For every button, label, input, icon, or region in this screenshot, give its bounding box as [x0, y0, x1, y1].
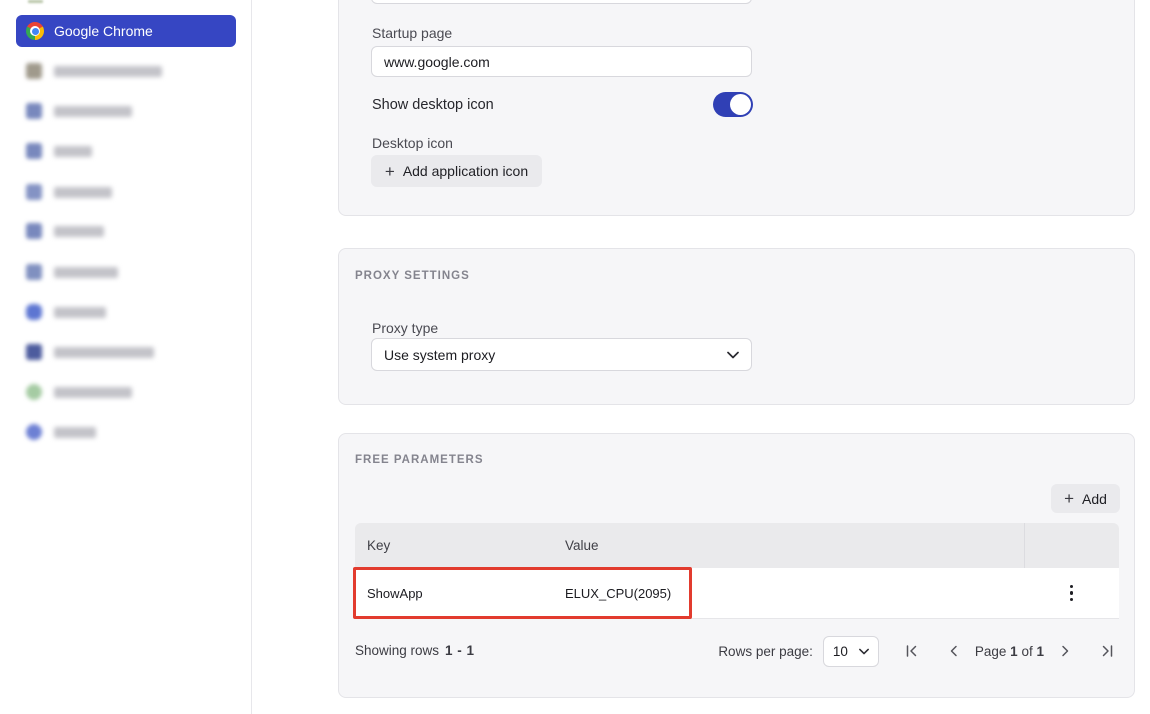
chevron-down-icon — [727, 351, 739, 359]
chrome-icon — [26, 22, 44, 40]
sidebar-item-redacted[interactable] — [16, 215, 236, 247]
column-header-actions — [1024, 523, 1119, 568]
proxy-type-label: Proxy type — [372, 320, 438, 336]
table-header-row: Key Value — [355, 523, 1119, 568]
sidebar-item-redacted[interactable] — [16, 95, 236, 127]
show-desktop-icon-label: Show desktop icon — [372, 97, 494, 113]
sidebar-item-redacted[interactable] — [16, 296, 236, 328]
truncated-app-icon — [28, 0, 43, 3]
add-application-icon-label: Add application icon — [403, 163, 528, 179]
proxy-settings-card: PROXY SETTINGS Proxy type Use system pro… — [338, 248, 1135, 405]
app-icon-redacted — [26, 184, 42, 200]
show-desktop-icon-toggle[interactable] — [713, 92, 753, 117]
add-application-icon-button[interactable]: + Add application icon — [371, 155, 542, 187]
sidebar-item-google-chrome[interactable]: Google Chrome — [16, 15, 236, 47]
column-header-value: Value — [565, 538, 1024, 553]
showing-rows-value: 1 - 1 — [445, 643, 475, 658]
pagination: Rows per page: 10 Page 1 of 1 — [718, 635, 1118, 667]
cell-key: ShowApp — [355, 586, 565, 601]
column-header-key: Key — [355, 538, 565, 553]
app-icon-redacted — [26, 63, 42, 79]
sidebar-item-redacted[interactable] — [16, 55, 236, 87]
startup-page-input[interactable]: www.google.com — [371, 46, 752, 77]
sidebar-item-label-redacted — [54, 307, 106, 318]
sidebar-item-redacted[interactable] — [16, 256, 236, 288]
previous-page-icon[interactable] — [943, 640, 965, 662]
page-indicator: Page 1 of 1 — [975, 644, 1044, 659]
sidebar-item-label-redacted — [54, 66, 162, 77]
desktop-icon-label: Desktop icon — [372, 135, 453, 151]
sidebar-item-redacted[interactable] — [16, 135, 236, 167]
app-window: Google Chrome Startup page www.google.co… — [0, 0, 1150, 714]
plus-icon: + — [385, 163, 395, 180]
app-icon-redacted — [26, 304, 42, 320]
app-icon-redacted — [26, 424, 42, 440]
free-parameters-title: FREE PARAMETERS — [355, 454, 484, 466]
chevron-down-icon — [859, 648, 869, 655]
app-icon-redacted — [26, 264, 42, 280]
sidebar-item-label-redacted — [54, 226, 104, 237]
parameters-table: Key Value ShowApp ELUX_CPU(2095) — [355, 523, 1119, 619]
app-sidebar: Google Chrome — [0, 0, 252, 714]
rows-per-page-label: Rows per page: — [718, 644, 813, 659]
table-row[interactable]: ShowApp ELUX_CPU(2095) — [355, 568, 1119, 619]
proxy-type-select[interactable]: Use system proxy — [371, 338, 752, 371]
plus-icon: + — [1064, 490, 1074, 507]
cell-value: ELUX_CPU(2095) — [565, 586, 1024, 601]
sidebar-item-label-redacted — [54, 427, 96, 438]
sidebar-item-label-redacted — [54, 387, 132, 398]
sidebar-item-redacted[interactable] — [16, 176, 236, 208]
sidebar-item-redacted[interactable] — [16, 336, 236, 368]
last-page-icon[interactable] — [1096, 640, 1118, 662]
add-parameter-button[interactable]: + Add — [1051, 484, 1120, 513]
app-icon-redacted — [26, 223, 42, 239]
showing-rows-status: Showing rows 1 - 1 — [355, 643, 475, 658]
row-actions-menu-icon[interactable] — [1024, 584, 1119, 603]
next-page-icon[interactable] — [1054, 640, 1076, 662]
proxy-settings-title: PROXY SETTINGS — [355, 270, 470, 282]
showing-rows-label: Showing rows — [355, 643, 439, 658]
rows-per-page-value: 10 — [833, 644, 848, 659]
sidebar-item-redacted[interactable] — [16, 376, 236, 408]
app-icon-redacted — [26, 384, 42, 400]
sidebar-item-label: Google Chrome — [54, 23, 153, 39]
sidebar-item-label-redacted — [54, 106, 132, 117]
sidebar-item-label-redacted — [54, 187, 112, 198]
proxy-type-value: Use system proxy — [384, 347, 495, 363]
first-page-icon[interactable] — [901, 640, 923, 662]
app-icon-redacted — [26, 143, 42, 159]
app-icon-redacted — [26, 103, 42, 119]
sidebar-item-label-redacted — [54, 146, 92, 157]
app-icon-redacted — [26, 344, 42, 360]
general-settings-card: Startup page www.google.com Show desktop… — [338, 0, 1135, 216]
rows-per-page-select[interactable]: 10 — [823, 636, 879, 667]
sidebar-item-redacted[interactable] — [16, 416, 236, 448]
startup-page-label: Startup page — [372, 25, 452, 41]
sidebar-item-label-redacted — [54, 267, 118, 278]
sidebar-item-label-redacted — [54, 347, 154, 358]
truncated-input[interactable] — [371, 0, 752, 4]
free-parameters-card: FREE PARAMETERS + Add Key Value ShowApp … — [338, 433, 1135, 698]
add-parameter-label: Add — [1082, 491, 1107, 507]
